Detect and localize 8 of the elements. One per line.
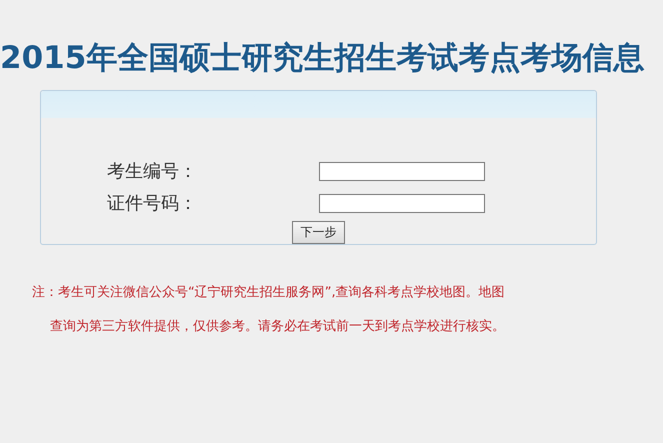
page-title: 2015年全国硕士研究生招生考试考点考场信息 — [0, 39, 644, 76]
input-field[interactable] — [319, 162, 485, 180]
field-label: 证件号码： — [106, 192, 198, 215]
notice-text: 注：考生可关注微信公众号“辽宁研究生招生服务网”,查询各科考点学校地图。地图 — [31, 284, 506, 302]
next-button[interactable]: 下一步 — [292, 221, 345, 244]
field-label: 考生编号： — [106, 160, 198, 183]
input-field[interactable] — [319, 194, 485, 212]
notice-text: 查询为第三方软件提供，仅供参考。请务必在考试前一天到考点学校进行核实。 — [49, 318, 506, 336]
